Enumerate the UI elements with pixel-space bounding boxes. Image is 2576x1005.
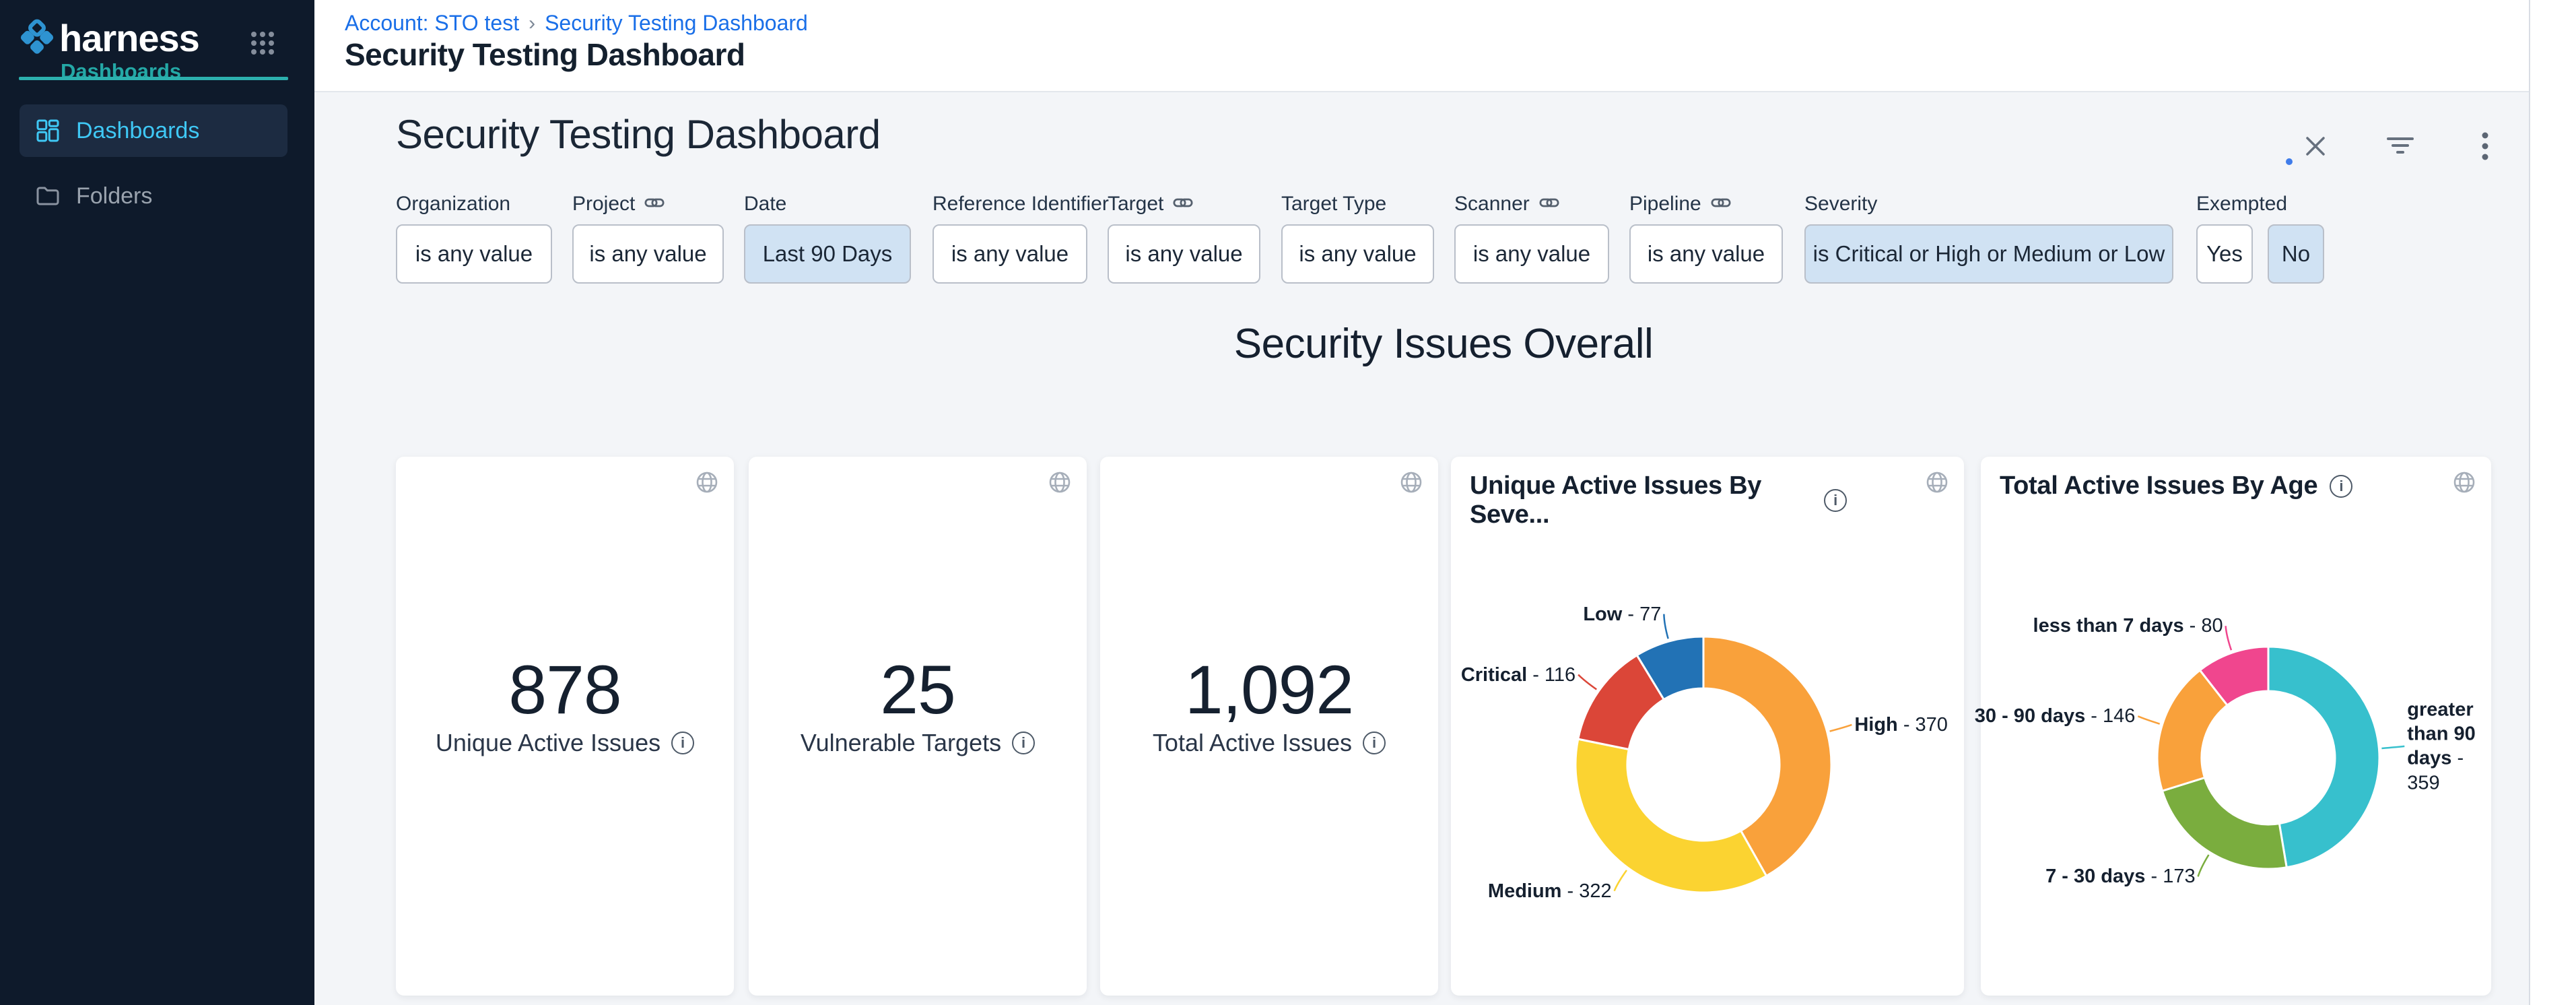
filter-target: Target is any value (1108, 192, 1260, 284)
filter-icon[interactable] (2385, 131, 2415, 161)
filter-label: Pipeline (1629, 192, 1783, 216)
filter-value-chip[interactable]: is any value (1281, 224, 1434, 284)
breadcrumb-account-link[interactable]: Account: STO test (345, 11, 519, 36)
chart-card-issues-by-severity: Unique Active Issues By Seve... i High -… (1451, 457, 1964, 996)
sidebar-item-label: Folders (76, 183, 152, 209)
info-icon[interactable]: i (1012, 732, 1035, 754)
donut-label: less than 7 days - 80 (2033, 614, 2223, 638)
globe-icon[interactable] (1048, 470, 1072, 498)
filter-label: Exempted (2196, 192, 2324, 216)
label-connector (2138, 716, 2159, 723)
info-icon[interactable]: i (1363, 732, 1386, 754)
label-connector (2198, 855, 2209, 876)
filter-project: Project is any value (572, 192, 724, 284)
section-title: Security Issues Overall (396, 320, 2491, 368)
breadcrumb: Account: STO test › Security Testing Das… (345, 11, 808, 36)
donut-label: 30 - 90 days - 146 (1975, 704, 2136, 728)
donut-label: greater than 90 days - 359 (2407, 697, 2488, 795)
filter-target-type: Target Type is any value (1281, 192, 1434, 284)
stat-card-total-active-issues: 1,092 Total Active Issues i (1100, 457, 1438, 996)
stat-label: Total Active Issues i (1100, 729, 1438, 757)
info-icon[interactable]: i (671, 732, 694, 754)
donut-label: Low - 77 (1583, 602, 1661, 626)
chart-card-issues-by-age: Total Active Issues By Age i greater tha… (1981, 457, 2491, 996)
donut-slice-medium[interactable] (1575, 739, 1767, 893)
filter-value-chip[interactable]: is any value (1454, 224, 1609, 284)
app-grid-icon[interactable] (249, 30, 276, 57)
vertical-scrollbar[interactable] (2529, 0, 2576, 1005)
close-icon[interactable] (2301, 131, 2330, 161)
sidebar: harness Dashboards Dashboards Folders (0, 0, 314, 1005)
exempted-no-button[interactable]: No (2268, 224, 2324, 284)
filter-value-chip[interactable]: is any value (396, 224, 552, 284)
filter-value-chip[interactable]: is any value (933, 224, 1087, 284)
dashboard-content: Security Testing Dashboard Organization i… (314, 92, 2529, 1005)
filter-label: Target (1108, 192, 1260, 216)
label-connector (2381, 746, 2404, 748)
filter-date: Date Last 90 Days (744, 192, 911, 284)
donut-slice-7-30-days[interactable] (2162, 777, 2286, 869)
label-connector (1578, 675, 1596, 690)
sidebar-item-label: Dashboards (76, 118, 199, 144)
donut-label: Critical - 116 (1461, 663, 1575, 687)
harness-logo-icon (19, 19, 55, 55)
filter-scanner: Scanner is any value (1454, 192, 1609, 284)
globe-icon[interactable] (1399, 470, 1423, 498)
stat-value: 25 (749, 651, 1087, 730)
filter-label: Scanner (1454, 192, 1609, 216)
filter-label: Reference Identifier (933, 192, 1109, 216)
link-icon (1711, 193, 1731, 216)
label-connector (2226, 626, 2231, 650)
sidebar-item-folders[interactable]: Folders (20, 170, 287, 222)
chevron-right-icon: › (529, 12, 535, 35)
filter-value-chip[interactable]: is any value (572, 224, 724, 284)
label-connector (1664, 614, 1668, 639)
label-connector (1615, 870, 1627, 891)
filter-value-chip[interactable]: Last 90 Days (744, 224, 911, 284)
filter-label: Organization (396, 192, 552, 216)
breadcrumb-dashboard-link[interactable]: Security Testing Dashboard (545, 11, 808, 36)
stat-value: 1,092 (1100, 651, 1438, 730)
stat-value: 878 (396, 651, 734, 730)
filter-severity: Severity is Critical or High or Medium or… (1804, 192, 2173, 284)
sidebar-accent-rule (19, 77, 288, 80)
logo-row: harness Dashboards (19, 18, 295, 58)
dashboards-icon (36, 119, 60, 143)
link-icon (1173, 193, 1193, 216)
filter-organization: Organization is any value (396, 192, 552, 284)
cursor-dot (2286, 158, 2293, 165)
filter-value-chip[interactable]: is any value (1108, 224, 1260, 284)
more-options-icon[interactable] (2470, 131, 2500, 161)
exempted-yes-button[interactable]: Yes (2196, 224, 2253, 284)
filter-value-chip[interactable]: is Critical or High or Medium or Low (1804, 224, 2173, 284)
filter-label: Severity (1804, 192, 2173, 216)
filter-exempted: Exempted Yes No (2196, 192, 2324, 284)
filter-label: Date (744, 192, 911, 216)
folder-icon (36, 184, 60, 208)
dashboard-title: Security Testing Dashboard (396, 111, 881, 158)
sidebar-item-dashboards[interactable]: Dashboards (20, 104, 287, 157)
filter-reference-identifier: Reference Identifier is any value (933, 192, 1109, 284)
filter-label: Target Type (1281, 192, 1434, 216)
stat-card-unique-active-issues: 878 Unique Active Issues i (396, 457, 734, 996)
link-icon (1539, 193, 1559, 216)
filter-value-chip[interactable]: is any value (1629, 224, 1783, 284)
label-connector (1830, 725, 1852, 732)
donut-slice-greater-than-90-days[interactable] (2268, 647, 2379, 868)
stat-label: Unique Active Issues i (396, 729, 734, 757)
donut-label: 7 - 30 days - 173 (2045, 864, 2196, 888)
stat-card-vulnerable-targets: 25 Vulnerable Targets i (749, 457, 1087, 996)
donut-label: High - 370 (1854, 713, 1948, 737)
page-title: Security Testing Dashboard (345, 36, 745, 73)
link-icon (644, 193, 665, 216)
filter-label: Project (572, 192, 724, 216)
filter-pipeline: Pipeline is any value (1629, 192, 1783, 284)
harness-wordmark: harness (59, 16, 199, 60)
dashboard-actions (2301, 131, 2500, 161)
globe-icon[interactable] (695, 470, 719, 498)
donut-label: Medium - 322 (1488, 879, 1612, 903)
stat-label: Vulnerable Targets i (749, 729, 1087, 757)
top-header: Account: STO test › Security Testing Das… (314, 0, 2529, 92)
